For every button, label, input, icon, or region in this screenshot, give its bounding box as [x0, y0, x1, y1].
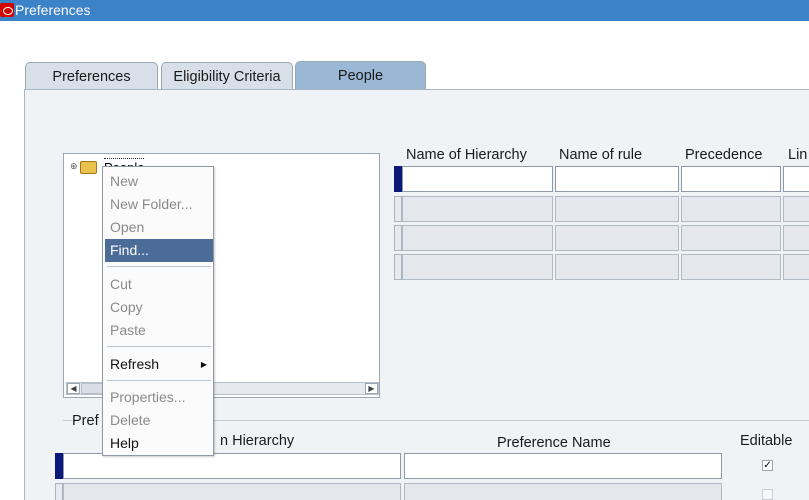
submenu-arrow-icon: ▶: [200, 360, 207, 369]
oracle-app-icon: [0, 3, 14, 17]
table-cell[interactable]: [681, 254, 781, 280]
row-selector-current[interactable]: [394, 166, 402, 192]
tab-eligibility-criteria[interactable]: Eligibility Criteria: [161, 62, 293, 90]
menu-item-new-folder[interactable]: New Folder...: [105, 193, 213, 216]
editable-checkbox[interactable]: ✓: [762, 460, 773, 471]
preference-name-field[interactable]: [404, 453, 722, 479]
folder-icon: [80, 161, 97, 174]
expand-icon[interactable]: ⊕: [70, 162, 80, 172]
menu-item-refresh-label: Refresh: [110, 356, 160, 372]
table-cell[interactable]: [63, 483, 401, 500]
column-header-precedence: Precedence: [685, 147, 763, 163]
table-cell[interactable]: [783, 254, 809, 280]
menu-item-find[interactable]: Find...: [105, 239, 213, 262]
row-selector[interactable]: [394, 196, 402, 222]
menu-item-help[interactable]: Help: [105, 432, 213, 455]
menu-item-delete[interactable]: Delete: [105, 409, 213, 432]
context-menu: New New Folder... Open Find... Cut Copy …: [102, 166, 214, 456]
scroll-left-icon[interactable]: ◀: [67, 383, 80, 394]
column-header-editable: Editable: [740, 433, 793, 449]
row-selector[interactable]: [394, 254, 402, 280]
menu-item-paste[interactable]: Paste: [105, 319, 213, 342]
table-cell[interactable]: [402, 196, 553, 222]
table-cell[interactable]: [681, 225, 781, 251]
menu-item-open[interactable]: Open: [105, 216, 213, 239]
menu-item-new[interactable]: New: [105, 170, 213, 193]
column-header-name-of-hierarchy: Name of Hierarchy: [406, 147, 527, 163]
table-cell[interactable]: [402, 225, 553, 251]
menu-item-properties[interactable]: Properties...: [105, 386, 213, 409]
table-cell[interactable]: [783, 225, 809, 251]
table-cell[interactable]: [555, 196, 679, 222]
window-title: Preferences: [15, 2, 91, 18]
column-header-lin: Lin: [788, 147, 808, 163]
row-selector[interactable]: [394, 225, 402, 251]
tab-preferences[interactable]: Preferences: [25, 62, 158, 90]
table-cell[interactable]: [404, 483, 722, 500]
menu-separator: [107, 266, 211, 267]
lin-field[interactable]: [783, 166, 809, 192]
table-cell[interactable]: [681, 196, 781, 222]
menu-separator: [107, 380, 211, 381]
window-titlebar: Preferences: [0, 0, 809, 21]
column-header-preference-name: Preference Name: [497, 435, 611, 451]
column-header-hierarchy: n Hierarchy: [220, 433, 295, 449]
tab-people[interactable]: People: [295, 61, 426, 90]
table-cell[interactable]: [555, 254, 679, 280]
precedence-field[interactable]: [681, 166, 781, 192]
name-of-hierarchy-field[interactable]: [402, 166, 553, 192]
menu-separator: [107, 346, 211, 347]
menu-item-copy[interactable]: Copy: [105, 296, 213, 319]
scroll-right-icon[interactable]: ▶: [365, 383, 378, 394]
table-cell[interactable]: [783, 196, 809, 222]
row-selector[interactable]: [55, 483, 63, 500]
row-selector-current[interactable]: [55, 453, 63, 479]
menu-item-cut[interactable]: Cut: [105, 273, 213, 296]
name-of-rule-field[interactable]: [555, 166, 679, 192]
table-cell[interactable]: [402, 254, 553, 280]
hierarchy-field[interactable]: [63, 453, 401, 479]
region-title: Pref: [72, 413, 102, 429]
menu-item-refresh[interactable]: Refresh ▶: [105, 353, 213, 376]
column-header-name-of-rule: Name of rule: [559, 147, 643, 163]
table-cell[interactable]: [555, 225, 679, 251]
editable-checkbox-disabled[interactable]: [762, 489, 773, 500]
